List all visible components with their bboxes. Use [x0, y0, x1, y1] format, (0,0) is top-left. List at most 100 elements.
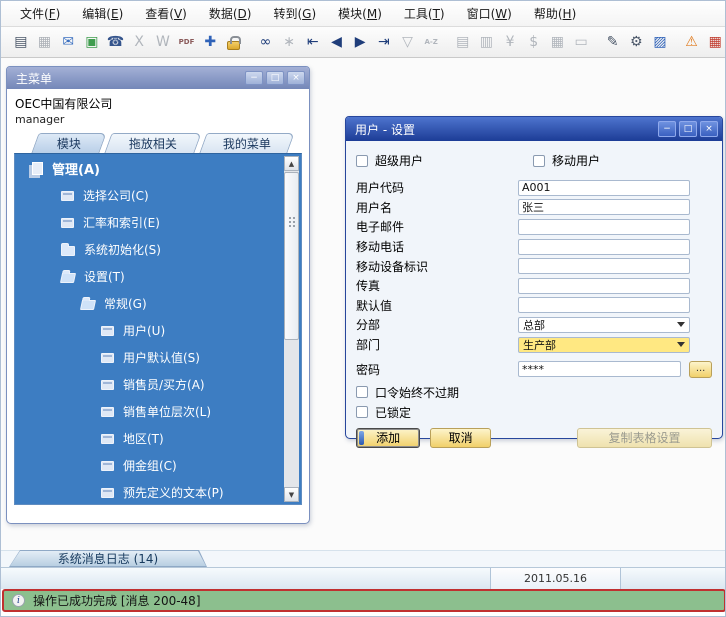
layout-designer-icon[interactable]: ✚ — [198, 30, 222, 54]
accelerator-key: F — [48, 7, 56, 21]
print-icon: ▦ — [33, 30, 57, 54]
query-manager-icon[interactable]: ▨ — [648, 30, 672, 54]
defaults-input[interactable] — [518, 297, 690, 314]
next-record-icon[interactable]: ▶ — [348, 30, 372, 54]
tree-item-general[interactable]: 常规(G) — [15, 290, 301, 317]
export-pdf-icon[interactable]: PDF — [175, 30, 199, 54]
checkbox-mobile-user-box[interactable] — [533, 154, 546, 167]
tree-item-user-defaults[interactable]: 用户默认值(S) — [15, 344, 301, 371]
checkbox-label: 已锁定 — [375, 405, 412, 420]
user-name-input[interactable] — [518, 199, 690, 216]
tree-header-administration[interactable]: 管理(A) — [15, 154, 301, 182]
field-row-defaults: 默认值 — [356, 296, 712, 316]
menu-edit[interactable]: 编辑(E) — [71, 1, 134, 26]
menu-modules[interactable]: 模块(M) — [327, 1, 393, 26]
form-icon — [101, 433, 114, 444]
checkbox-password-never-expires-box[interactable] — [356, 386, 368, 399]
menu-window[interactable]: 窗口(W) — [456, 1, 523, 26]
checkbox-super-user-box[interactable] — [356, 154, 368, 167]
info-icon: i — [12, 594, 25, 607]
find-icon[interactable]: ∞ — [254, 30, 278, 54]
folder-open-icon — [59, 273, 77, 283]
tree-item-setup[interactable]: 设置(T) — [15, 263, 301, 290]
tree-item-label: 地区(T) — [123, 432, 164, 446]
checkbox-label: 移动用户 — [552, 154, 601, 168]
main-menu-minimize-button[interactable]: − — [245, 71, 263, 85]
documents-icon — [32, 161, 43, 175]
icon-glyph: ▭ — [574, 34, 588, 50]
tab-modules[interactable]: 模块 — [31, 133, 107, 153]
user-code-input[interactable] — [518, 179, 690, 196]
icon-glyph: ▶ — [354, 34, 366, 50]
scroll-down-icon[interactable]: ▼ — [284, 487, 299, 502]
tree-item-users[interactable]: 用户(U) — [15, 317, 301, 344]
user-setup-dialog: 用户 - 设置 −□× 超级用户 移动用户 用户代码用户名电子邮件移动电话移动设备… — [345, 116, 723, 448]
menu-view[interactable]: 查看(V) — [134, 1, 198, 26]
accelerator-key: D — [237, 7, 247, 21]
lock-screen-icon[interactable] — [222, 30, 246, 54]
calendar-icon[interactable]: ▦ — [703, 30, 725, 54]
menu-file[interactable]: 文件(F) — [9, 1, 71, 26]
main-menu-close-button[interactable]: × — [287, 71, 305, 85]
icon-glyph: ▦ — [550, 34, 565, 50]
menu-goto[interactable]: 转到(G) — [262, 1, 327, 26]
dialog-close-button[interactable]: × — [700, 121, 718, 137]
filter-table-icon: ▽ — [396, 30, 420, 54]
tree-item-predefined-text[interactable]: 预先定义的文本(P) — [15, 479, 301, 504]
company-name: OEC中国有限公司 — [15, 97, 113, 111]
dialog-title: 用户 - 设置 — [355, 122, 415, 137]
tree-scrollbar[interactable]: ▲ ▼ — [284, 156, 299, 502]
password-input[interactable] — [518, 361, 682, 378]
toolbar-separator — [593, 30, 601, 54]
fax-input[interactable] — [518, 277, 690, 294]
icon-glyph: ▤ — [14, 34, 28, 50]
dialog-maximize-button[interactable]: □ — [679, 121, 697, 137]
tree-item-sales-unit-hierarchies[interactable]: 销售单位层次(L) — [15, 398, 301, 425]
icon-glyph: ✉ — [62, 34, 75, 50]
alerts-warning-icon[interactable]: ⚠ — [680, 30, 704, 54]
first-record-icon[interactable]: ⇤ — [301, 30, 325, 54]
main-menu-titlebar: 主菜单 − □ × — [7, 67, 309, 89]
send-email-icon[interactable]: ✉ — [56, 30, 80, 54]
send-fax-icon[interactable]: ☎ — [104, 30, 128, 54]
system-message-log-tab[interactable]: 系统消息日志 (14) — [9, 550, 207, 567]
form-icon — [101, 352, 114, 363]
form-settings-icon[interactable]: ⚙ — [624, 30, 648, 54]
branch-select[interactable]: 总部 — [518, 316, 690, 333]
checkbox-locked-box[interactable] — [356, 406, 368, 419]
email-input[interactable] — [518, 218, 690, 235]
field-row-branch: 分部 总部 — [356, 315, 712, 335]
send-sms-icon[interactable]: ▣ — [80, 30, 104, 54]
system-message-log-tab-label[interactable]: 系统消息日志 (14) — [10, 551, 206, 566]
toolbar-separator — [246, 30, 254, 54]
last-record-icon[interactable]: ⇥ — [372, 30, 396, 54]
scrollbar-thumb[interactable] — [284, 172, 299, 340]
add-button[interactable]: 添加 — [356, 427, 421, 448]
mobile-phone-input[interactable] — [518, 238, 690, 255]
mobile-device-id-input[interactable] — [518, 258, 690, 275]
department-select[interactable]: 生产部 — [518, 336, 690, 353]
tab-my-menu[interactable]: 我的菜单 — [199, 133, 295, 153]
tree-item-exchange-rates-indexes[interactable]: 汇率和索引(E) — [15, 209, 301, 236]
select-value: 总部 — [523, 318, 545, 332]
tree-item-commission-groups[interactable]: 佣金组(C) — [15, 452, 301, 479]
scroll-up-icon[interactable]: ▲ — [284, 156, 299, 171]
cancel-button[interactable]: 取消 — [430, 427, 492, 448]
dialog-minimize-button[interactable]: − — [658, 121, 676, 137]
icon-glyph: ▽ — [402, 34, 413, 50]
tree-item-sales-employees-buyers[interactable]: 销售员/买方(A) — [15, 371, 301, 398]
menu-tools[interactable]: 工具(T) — [393, 1, 456, 26]
tree-item-system-initialization[interactable]: 系统初始化(S) — [15, 236, 301, 263]
print-preview-icon[interactable]: ▤ — [9, 30, 33, 54]
menu-help[interactable]: 帮助(H) — [523, 1, 587, 26]
edit-pencil-icon[interactable]: ✎ — [601, 30, 625, 54]
previous-record-icon[interactable]: ◀ — [325, 30, 349, 54]
menu-data[interactable]: 数据(D) — [198, 1, 263, 26]
tree-item-choose-company[interactable]: 选择公司(C) — [15, 182, 301, 209]
tree-item-territories[interactable]: 地区(T) — [15, 425, 301, 452]
password-browse-button[interactable]: ... — [689, 360, 712, 378]
main-menu-maximize-button[interactable]: □ — [266, 71, 284, 85]
tree-header-label: 管理(A) — [52, 162, 100, 178]
tab-drag-and-relate[interactable]: 拖放相关 — [104, 133, 202, 153]
form-icon — [101, 379, 114, 390]
